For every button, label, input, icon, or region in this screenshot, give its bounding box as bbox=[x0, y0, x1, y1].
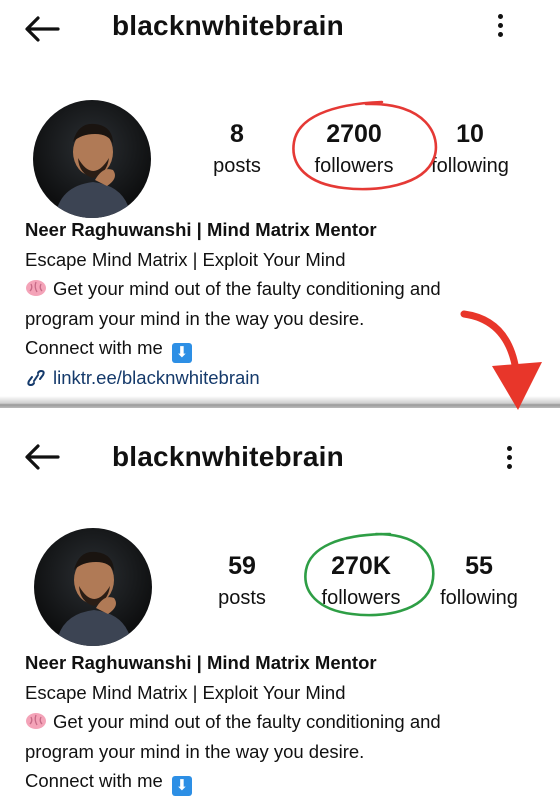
posts-count: 8 bbox=[230, 120, 244, 148]
link-icon bbox=[27, 369, 45, 387]
bio-text-line2: Get your mind out of the faulty conditio… bbox=[53, 278, 441, 299]
stat-following[interactable]: 55 following bbox=[424, 552, 534, 610]
followers-label: followers bbox=[321, 587, 401, 609]
following-label: following bbox=[440, 587, 518, 609]
posts-count: 59 bbox=[228, 552, 256, 580]
stat-posts[interactable]: 59 posts bbox=[187, 552, 297, 610]
more-vertical-icon[interactable] bbox=[495, 14, 505, 42]
profile-username: blacknwhitebrain bbox=[112, 441, 344, 472]
bio-link[interactable]: linktr.ee/blacknwhitebrain bbox=[53, 367, 260, 388]
bio-connect-line: Connect with me ⬇ bbox=[25, 766, 441, 796]
profile-header: blacknwhitebrain bbox=[0, 0, 560, 60]
down-arrow-emoji-icon: ⬇ bbox=[171, 343, 192, 363]
bio-name: Neer Raghuwanshi | Mind Matrix Mentor bbox=[25, 219, 377, 240]
red-curved-arrow-icon bbox=[460, 310, 542, 410]
bio: Neer Raghuwanshi | Mind Matrix Mentor Es… bbox=[25, 648, 441, 796]
following-label: following bbox=[431, 155, 509, 177]
profile-username: blacknwhitebrain bbox=[112, 10, 344, 41]
bio: Neer Raghuwanshi | Mind Matrix Mentor Es… bbox=[25, 215, 441, 393]
followers-count: 2700 bbox=[326, 120, 382, 148]
back-arrow-icon[interactable] bbox=[22, 14, 62, 44]
brain-emoji-icon bbox=[26, 713, 46, 729]
following-count: 10 bbox=[456, 120, 484, 148]
stat-following[interactable]: 10 following bbox=[415, 120, 525, 178]
posts-label: posts bbox=[213, 155, 261, 177]
bio-text-line3: program your mind in the way you desire. bbox=[25, 740, 365, 762]
bio-text-line3: program your mind in the way you desire. bbox=[25, 307, 365, 329]
stat-posts[interactable]: 8 posts bbox=[182, 120, 292, 178]
bio-text-line4: Connect with me bbox=[25, 770, 163, 791]
followers-count: 270K bbox=[331, 552, 391, 580]
posts-label: posts bbox=[218, 587, 266, 609]
stat-followers[interactable]: 2700 followers bbox=[299, 120, 409, 178]
bio-text-line4: Connect with me bbox=[25, 337, 163, 358]
followers-label: followers bbox=[314, 155, 394, 177]
back-arrow-icon[interactable] bbox=[22, 442, 62, 472]
profile-screenshot-after: blacknwhitebrain 59 posts 270K followers… bbox=[0, 408, 560, 800]
following-count: 55 bbox=[465, 552, 493, 580]
bio-line-brain: Get your mind out of the faulty conditio… bbox=[25, 274, 441, 304]
down-arrow-emoji-icon: ⬇ bbox=[171, 776, 192, 796]
bio-name: Neer Raghuwanshi | Mind Matrix Mentor bbox=[25, 652, 377, 673]
bio-tagline: Escape Mind Matrix | Exploit Your Mind bbox=[25, 681, 346, 703]
stat-followers[interactable]: 270K followers bbox=[306, 552, 416, 610]
more-vertical-icon[interactable] bbox=[504, 446, 514, 474]
bio-tagline: Escape Mind Matrix | Exploit Your Mind bbox=[25, 248, 346, 270]
avatar[interactable] bbox=[34, 528, 152, 646]
profile-header: blacknwhitebrain bbox=[0, 426, 560, 486]
bio-text-line2: Get your mind out of the faulty conditio… bbox=[53, 711, 441, 732]
bio-connect-line: Connect with me ⬇ bbox=[25, 333, 441, 363]
bio-line-brain: Get your mind out of the faulty conditio… bbox=[25, 707, 441, 737]
avatar[interactable] bbox=[33, 100, 151, 218]
brain-emoji-icon bbox=[26, 280, 46, 296]
bio-link-row[interactable]: linktr.ee/blacknwhitebrain bbox=[25, 363, 441, 393]
